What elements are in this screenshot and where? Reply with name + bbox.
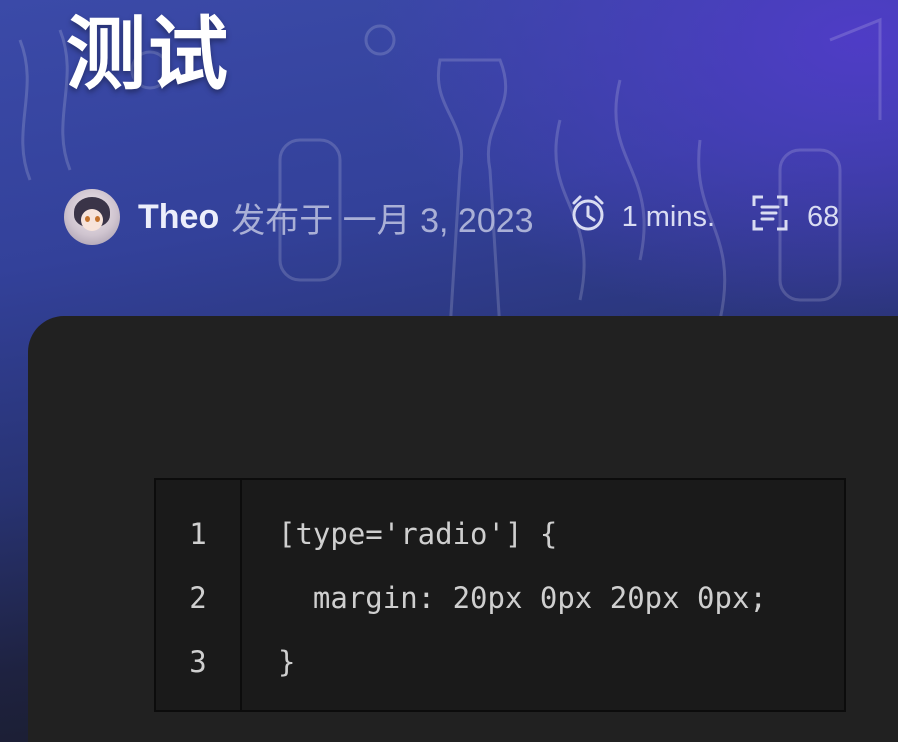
read-time: 1 mins. xyxy=(621,200,716,233)
page-title: 测试 xyxy=(66,8,230,101)
line-number: 2 xyxy=(189,581,207,615)
published-prefix: 发布于 xyxy=(231,201,334,240)
code-line: [type='radio'] { xyxy=(278,517,558,551)
author-name[interactable]: Theo xyxy=(138,198,219,237)
text-count-icon xyxy=(751,194,789,241)
published-info: 发布于 一月 3, 2023 xyxy=(231,193,533,242)
author-avatar[interactable] xyxy=(64,189,120,245)
post-meta: Theo 发布于 一月 3, 2023 1 mins. 68 xyxy=(64,188,839,246)
alarm-clock-icon xyxy=(570,193,606,242)
published-date: 一月 3, 2023 xyxy=(342,201,534,240)
line-number-gutter: 1 2 3 xyxy=(156,480,242,710)
line-number: 3 xyxy=(189,645,207,679)
code-content: [type='radio'] { margin: 20px 0px 20px 0… xyxy=(242,480,767,710)
code-line: } xyxy=(278,645,296,679)
line-number: 1 xyxy=(189,517,207,551)
word-count: 68 xyxy=(807,200,840,233)
code-block: 1 2 3 [type='radio'] { margin: 20px 0px … xyxy=(154,478,846,712)
code-line: margin: 20px 0px 20px 0px; xyxy=(278,581,767,615)
